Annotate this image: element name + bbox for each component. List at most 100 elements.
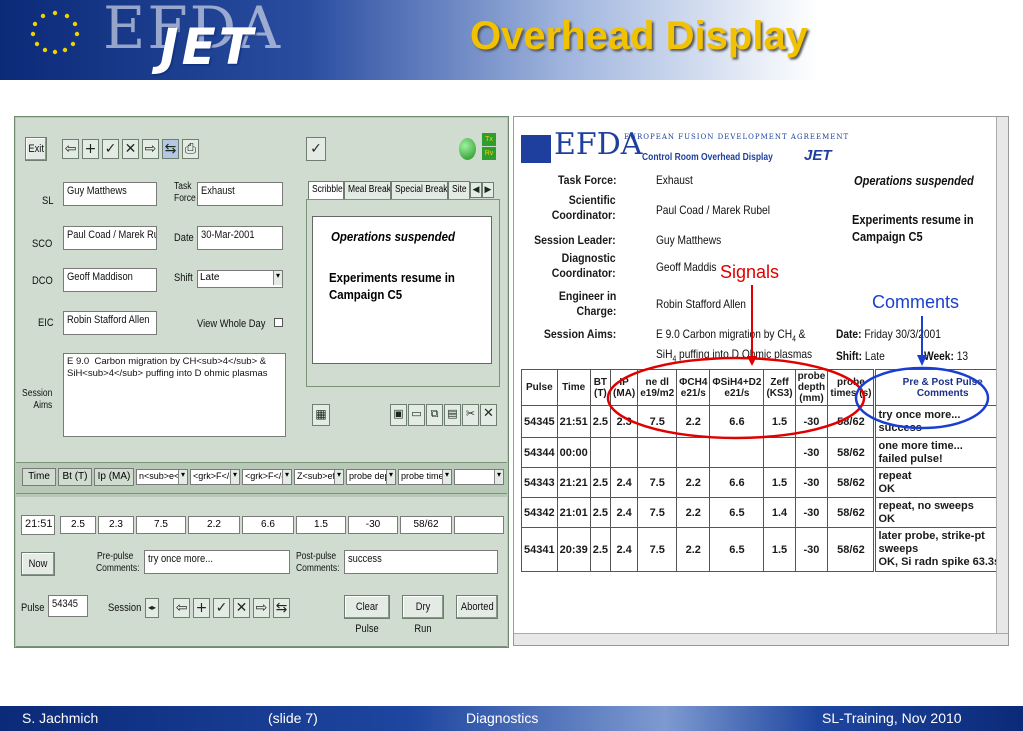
tab-scroll-right-icon[interactable]: ▶: [482, 182, 494, 198]
row-bt-value[interactable]: 2.5: [60, 516, 96, 534]
display-vertical-scrollbar[interactable]: [996, 117, 1008, 633]
table-cell-zeff: 1.4: [763, 497, 796, 528]
scribble-status: Operations suspended: [331, 229, 455, 244]
notes-icon[interactable]: ⇆: [162, 139, 179, 159]
tab-site[interactable]: Site I: [448, 181, 470, 199]
table-cell-pulse: 54345: [521, 405, 558, 438]
row-probe-times-value[interactable]: 58/62: [400, 516, 452, 534]
row-ne-value[interactable]: 7.5: [136, 516, 186, 534]
sl-field[interactable]: Guy Matthews: [63, 182, 157, 206]
table-cell-ne: 7.5: [637, 405, 678, 438]
col-select-ne[interactable]: n<sub>e<: [136, 469, 188, 485]
row-zeff-value[interactable]: 1.5: [296, 516, 346, 534]
col-select-extra[interactable]: [454, 469, 504, 485]
delete-icon[interactable]: ✕: [480, 404, 497, 426]
pre-pulse-comments-field[interactable]: try once more...: [144, 550, 290, 574]
tab-scroll-left-icon[interactable]: ◀: [470, 182, 482, 198]
redo-icon[interactable]: ⇨: [142, 139, 159, 159]
table-cell-pulse: 54342: [521, 497, 558, 528]
table-cell-sih4: 6.6: [709, 405, 765, 438]
table-cell-depth: -30: [794, 437, 829, 468]
col-select-zeff[interactable]: Z<sub>eff: [294, 469, 344, 485]
session-stepper-icon[interactable]: ◂▸: [145, 598, 159, 618]
pulse-check-icon[interactable]: ✓: [213, 598, 230, 618]
scribble-area[interactable]: Operations suspended Experiments resume …: [312, 216, 492, 364]
col-select-phi-sih4[interactable]: <grk>F</(: [242, 469, 292, 485]
col-select-probe-depth[interactable]: probe dep: [346, 469, 396, 485]
table-cell-time: 20:39: [556, 527, 591, 572]
eic-field[interactable]: Robin Stafford Allen: [63, 311, 157, 335]
table-cell-pulse: 54341: [521, 527, 558, 572]
task-force-field[interactable]: Exhaust: [197, 182, 283, 206]
row-ip-value[interactable]: 2.3: [98, 516, 134, 534]
copy-icon[interactable]: ⧉: [426, 404, 443, 426]
cut-icon[interactable]: ✂: [462, 404, 479, 426]
tab-meal-break[interactable]: Meal Break: [344, 181, 391, 199]
table-cell-ch4: 2.2: [676, 527, 711, 572]
dco-field[interactable]: Geoff Maddison: [63, 268, 157, 292]
th-time: Time: [556, 369, 591, 406]
view-whole-day-checkbox[interactable]: [274, 318, 283, 327]
signals-annotation: Signals: [720, 262, 780, 282]
tab-special-break[interactable]: Special Break: [391, 181, 448, 199]
date-field[interactable]: 30-Mar-2001: [197, 226, 283, 250]
table-cell-zeff: 1.5: [763, 527, 796, 572]
pulse-x-icon[interactable]: ✕: [233, 598, 250, 618]
row-time-value[interactable]: 21:51: [21, 515, 55, 535]
session-aims-field[interactable]: E 9.0 Carbon migration by CH<sub>4</sub>…: [63, 353, 286, 437]
print-icon[interactable]: ⎙: [182, 139, 199, 159]
pulse-redo-icon[interactable]: ⇨: [253, 598, 270, 618]
dry-run-button[interactable]: Dry Run: [402, 595, 444, 635]
table-cell-ip: 2.4: [610, 467, 639, 498]
slide-footer: S. Jachmich (slide 7) Diagnostics SL-Tra…: [0, 706, 1023, 731]
session-form-section: Exit ⇦ + ✓ ✕ ⇨ ⇆ ⎙ ✓ Tx Rv SL Guy Matthe…: [16, 118, 507, 463]
table-cell-sih4: [709, 437, 765, 468]
open-folder-icon[interactable]: ▭: [408, 404, 425, 426]
sco-field[interactable]: Paul Coad / Marek Rube: [63, 226, 157, 250]
d-shift: Shift: Late: [836, 349, 885, 363]
d-ops-note: Experiments resume in Campaign C5: [852, 212, 974, 244]
sl-label: SL: [42, 195, 54, 207]
save-icon[interactable]: ▣: [390, 404, 407, 426]
post-pulse-comments-field[interactable]: success: [344, 550, 498, 574]
table-cell-ch4: 2.2: [676, 467, 711, 498]
table-cell-ptimes: 58/62: [827, 467, 876, 498]
pulse-number-field[interactable]: 54345: [48, 595, 88, 617]
pulse-plus-icon[interactable]: +: [193, 598, 210, 618]
exit-button[interactable]: Exit: [25, 137, 47, 161]
table-cell-sih4: 6.6: [709, 467, 765, 498]
table-row: 54344 00:00 -30 58/62 one more time... faile…: [521, 437, 1008, 468]
row-probe-depth-value[interactable]: -30: [348, 516, 398, 534]
pulse-undo-icon[interactable]: ⇦: [173, 598, 190, 618]
th-phi-sih4: ΦSiH4+D2 e21/s: [709, 369, 765, 406]
table-cell-bt: 2.5: [589, 467, 612, 498]
row-extra-value[interactable]: [454, 516, 504, 534]
paste-icon[interactable]: ▤: [444, 404, 461, 426]
th-probe-times: probe times (s): [827, 369, 876, 406]
clear-pulse-button[interactable]: Clear Pulse: [344, 595, 390, 635]
shift-label: Shift: [174, 272, 193, 284]
plus-icon[interactable]: +: [82, 139, 99, 159]
rv-indicator: Rv: [482, 147, 496, 160]
x-icon[interactable]: ✕: [122, 139, 139, 159]
display-horizontal-scrollbar[interactable]: [514, 633, 1008, 645]
calendar-icon[interactable]: ▦: [312, 404, 330, 426]
col-ip: Ip (MA): [94, 468, 134, 486]
shift-select[interactable]: Late: [197, 270, 283, 288]
confirm-check-icon[interactable]: ✓: [306, 137, 326, 161]
pulse-label: Pulse: [21, 602, 45, 614]
row-phi-sih4-value[interactable]: 6.6: [242, 516, 294, 534]
now-button[interactable]: Now: [21, 552, 55, 576]
col-select-phi-ch4[interactable]: <grk>F</(: [190, 469, 240, 485]
table-cell-ne: 7.5: [637, 497, 678, 528]
pulse-notes-icon[interactable]: ⇆: [273, 598, 290, 618]
table-cell-ch4: [676, 437, 711, 468]
row-phi-ch4-value[interactable]: 2.2: [188, 516, 240, 534]
check-icon[interactable]: ✓: [102, 139, 119, 159]
col-select-probe-times[interactable]: probe times: [398, 469, 452, 485]
aborted-button[interactable]: Aborted: [456, 595, 498, 619]
table-cell-time: 21:21: [556, 467, 591, 498]
d-session-aims-line1: E 9.0 Carbon migration by CH4 &: [656, 327, 806, 344]
tab-scribble[interactable]: Scribble: [308, 181, 344, 199]
undo-icon[interactable]: ⇦: [62, 139, 79, 159]
